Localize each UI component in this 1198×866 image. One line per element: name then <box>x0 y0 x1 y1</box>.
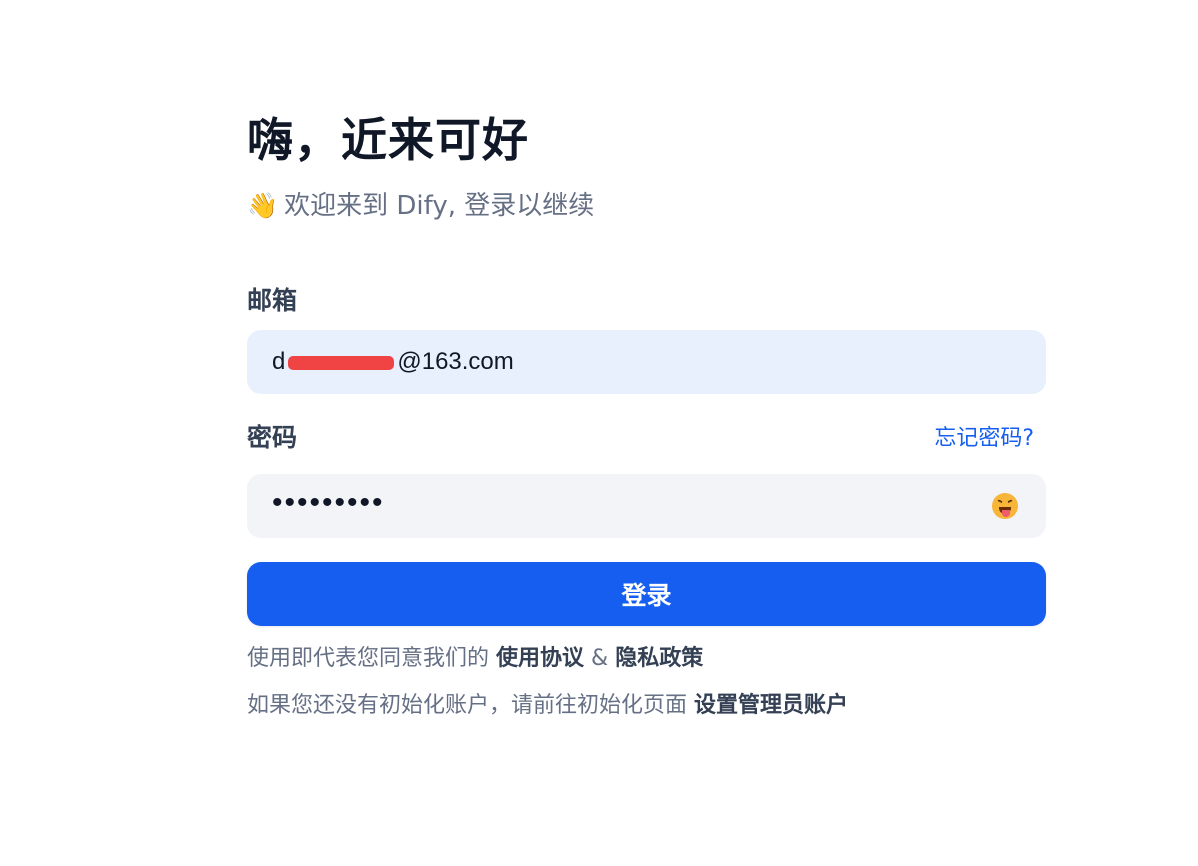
password-label: 密码 <box>247 423 298 452</box>
toggle-icon-left-eye <box>996 499 1003 506</box>
redaction-mark <box>288 356 394 370</box>
email-value-end: @163.com <box>397 348 514 375</box>
setup-admin-link[interactable]: 设置管理员账户 <box>694 693 848 718</box>
email-field[interactable]: d @163.com <box>247 330 1046 394</box>
toggle-icon-tongue <box>1002 510 1010 517</box>
terms-ampersand: & <box>591 646 609 671</box>
email-label: 邮箱 <box>247 286 298 315</box>
terms-of-use-link[interactable]: 使用协议 <box>496 646 584 671</box>
email-value-start: d <box>272 348 286 375</box>
privacy-policy-link[interactable]: 隐私政策 <box>615 646 703 671</box>
email-value: d @163.com <box>272 348 514 376</box>
password-mask: ••••••••• <box>272 486 385 519</box>
subtitle-text: 欢迎来到 Dify, 登录以继续 <box>284 191 595 221</box>
setup-notice: 如果您还没有初始化账户，请前往初始化页面 设置管理员账户 <box>247 690 848 722</box>
page-subtitle: 👋 欢迎来到 Dify, 登录以继续 <box>247 188 594 224</box>
forgot-password-link[interactable]: 忘记密码? <box>934 423 1034 455</box>
page-title: 嗨，近来可好 <box>247 113 529 167</box>
setup-prefix: 如果您还没有初始化账户，请前往初始化页面 <box>247 693 688 718</box>
login-button[interactable]: 登录 <box>247 562 1046 626</box>
waving-hand-icon: 👋 <box>247 191 279 220</box>
toggle-icon-right-eye <box>1007 499 1014 506</box>
terms-prefix: 使用即代表您同意我们的 <box>247 646 490 671</box>
password-field[interactable]: ••••••••• <box>247 474 1046 538</box>
tongue-out-face-icon[interactable] <box>992 493 1018 519</box>
terms-notice: 使用即代表您同意我们的 使用协议 & 隐私政策 <box>247 643 703 675</box>
